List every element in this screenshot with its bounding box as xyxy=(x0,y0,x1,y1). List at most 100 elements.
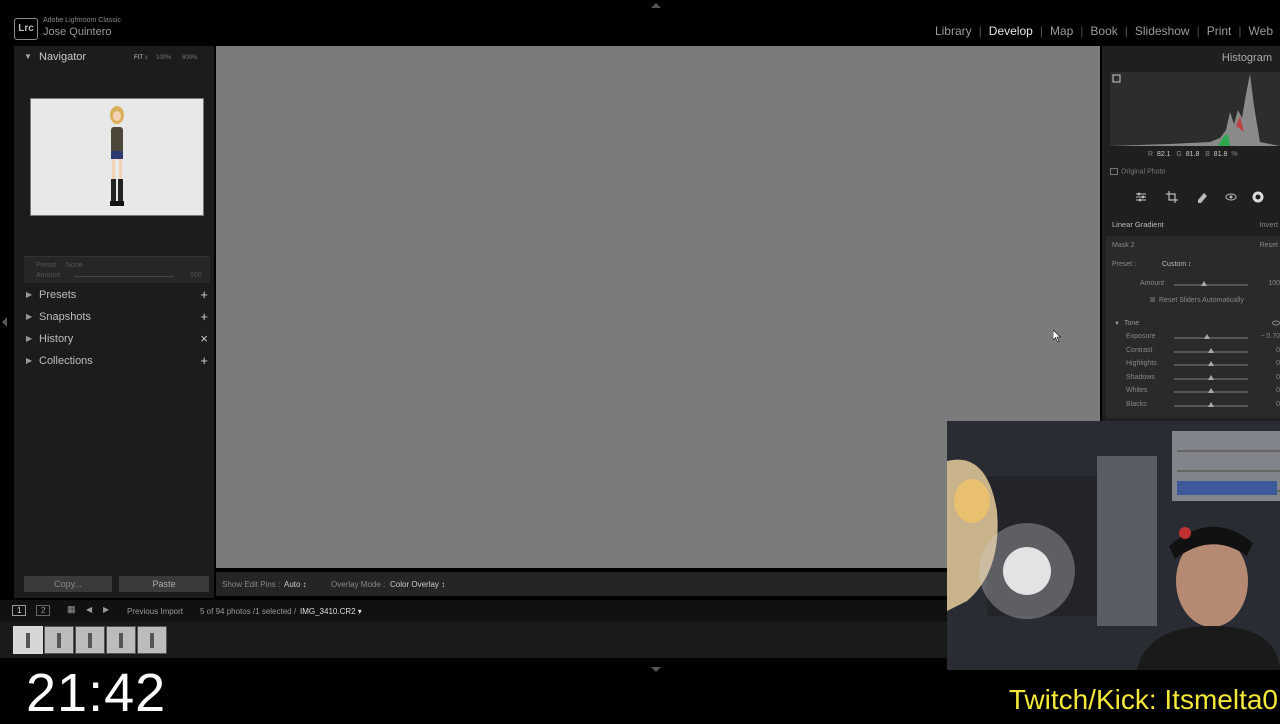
slider-value-whites: 0 xyxy=(1276,387,1280,395)
amount-value: 100 xyxy=(190,272,202,279)
section-snapshots[interactable]: ▶ Snapshots + xyxy=(14,307,214,327)
primary-display-button[interactable]: 1 xyxy=(12,605,27,616)
preset-label: Preset xyxy=(36,262,57,269)
secondary-display-button[interactable]: 2 xyxy=(36,605,51,616)
triangle-down-icon: ▼ xyxy=(1114,321,1120,327)
copy-button[interactable]: Copy... xyxy=(24,576,112,592)
zoom-100[interactable]: 100% xyxy=(156,55,171,61)
forward-arrow-icon[interactable]: ▶ xyxy=(103,605,109,614)
crop-icon[interactable] xyxy=(1165,190,1179,204)
slider-value-contrast: 0 xyxy=(1276,346,1280,354)
slider-label-contrast: Contrast xyxy=(1126,346,1153,354)
slider-knob[interactable] xyxy=(1208,402,1214,407)
grid-view-icon[interactable]: ▦ xyxy=(67,604,76,615)
figure-thumbnail-image xyxy=(119,633,123,648)
filmstrip-thumbnail[interactable] xyxy=(137,626,167,654)
slider-label-shadows: Shadows xyxy=(1126,373,1155,381)
filmstrip-source[interactable]: Previous Import xyxy=(127,607,183,616)
slider-knob[interactable] xyxy=(1208,374,1214,380)
right-panel: Histogram R 82.1 G 81.8 B 81.8 % Origina… xyxy=(1102,46,1280,421)
navigator-header[interactable]: ▼ Navigator FIT ↕ 100% 800% xyxy=(14,48,214,66)
stream-handle: Twitch/Kick: Itsmelta0 xyxy=(1008,684,1278,715)
mask-panel: Mask 2 Reset Preset : Custom ↕ Amount 10… xyxy=(1106,236,1280,418)
collapse-filmstrip-icon[interactable] xyxy=(651,667,661,672)
slider-label-highlights: Highlights xyxy=(1126,360,1157,368)
filmstrip xyxy=(0,622,947,658)
back-arrow-icon[interactable]: ◀ xyxy=(86,605,92,614)
user-name: Jose Quintero xyxy=(43,26,112,38)
reset-sliders-toggle[interactable]: Reset Sliders Automatically xyxy=(1150,297,1244,304)
add-snapshot-icon[interactable]: + xyxy=(200,309,208,324)
preset-value: None xyxy=(66,262,83,269)
module-develop[interactable]: Develop xyxy=(982,24,1040,38)
figure-thumbnail-image xyxy=(26,633,30,648)
slider-exposure[interactable] xyxy=(1174,337,1248,339)
add-preset-icon[interactable]: + xyxy=(200,287,208,302)
module-book[interactable]: Book xyxy=(1083,24,1124,38)
checkbox-icon[interactable] xyxy=(1150,297,1155,302)
add-collection-icon[interactable]: + xyxy=(200,353,208,368)
navigator-title: Navigator xyxy=(39,51,87,63)
triangle-down-icon: ▼ xyxy=(24,52,32,61)
r-label: R xyxy=(1148,151,1154,158)
slider-knob[interactable] xyxy=(1201,281,1207,286)
tone-section-header[interactable]: ▼ Tone xyxy=(1114,320,1139,327)
zoom-fit[interactable]: FIT ↕ xyxy=(134,55,148,61)
slider-knob[interactable] xyxy=(1208,361,1214,367)
slider-knob[interactable] xyxy=(1208,347,1214,353)
collapse-left-panel-icon[interactable] xyxy=(2,317,7,327)
file-name[interactable]: IMG_3410.CR2 ▾ xyxy=(300,607,362,616)
module-map[interactable]: Map xyxy=(1043,24,1080,38)
lightroom-logo: Lrc xyxy=(14,18,38,40)
filmstrip-thumbnail[interactable] xyxy=(75,626,105,654)
app-name: Adobe Lightroom Classic xyxy=(43,17,121,24)
slider-value-shadows: 0 xyxy=(1276,373,1280,381)
section-collections[interactable]: ▶ Collections + xyxy=(14,351,214,371)
invert-toggle[interactable]: Invert xyxy=(1259,220,1278,229)
original-photo-label: Original Photo xyxy=(1121,168,1166,176)
mask-amount-slider[interactable] xyxy=(1174,284,1248,286)
checkbox-icon[interactable] xyxy=(1110,168,1118,175)
develop-tool-strip xyxy=(1110,188,1280,210)
filmstrip-thumbnail[interactable] xyxy=(106,626,136,654)
b-value: 81.8 xyxy=(1213,151,1228,158)
section-presets[interactable]: ▶ Presets + xyxy=(14,285,214,305)
section-history[interactable]: ▶ History × xyxy=(14,329,214,349)
module-print[interactable]: Print xyxy=(1200,24,1239,38)
mask-preset-select[interactable]: Custom ↕ xyxy=(1162,261,1192,268)
original-photo-toggle[interactable]: Original Photo xyxy=(1110,168,1165,175)
left-panel: ▼ Navigator FIT ↕ 100% 800% Preset None … xyxy=(14,46,214,598)
filmstrip-thumbnail[interactable] xyxy=(44,626,74,654)
slider-label-exposure: Exposure xyxy=(1126,333,1156,340)
slider-value-exposure: − 0.70 xyxy=(1260,333,1280,340)
triangle-right-icon: ▶ xyxy=(26,290,33,299)
triangle-right-icon: ▶ xyxy=(26,356,33,365)
zoom-800[interactable]: 800% xyxy=(182,55,197,61)
slider-knob[interactable] xyxy=(1208,388,1214,394)
histogram[interactable] xyxy=(1110,72,1280,146)
amount-slider xyxy=(74,276,174,277)
navigator-preview[interactable] xyxy=(30,98,204,216)
slider-label-blacks: Blacks xyxy=(1126,401,1147,408)
slider-knob[interactable] xyxy=(1204,334,1211,339)
reset-button[interactable]: Reset xyxy=(1260,242,1278,249)
visibility-eye-icon[interactable] xyxy=(1272,320,1280,326)
red-eye-icon[interactable] xyxy=(1224,190,1238,204)
edit-sliders-icon[interactable] xyxy=(1134,190,1148,204)
module-web[interactable]: Web xyxy=(1242,24,1280,38)
g-value: 81.8 xyxy=(1185,151,1200,158)
filmstrip-bar: 1 2 ▦ ◀ ▶ Previous Import 5 of 94 photos… xyxy=(0,600,947,622)
module-slideshow[interactable]: Slideshow xyxy=(1128,24,1197,38)
show-edit-pins-select[interactable]: Auto ↕ xyxy=(284,580,307,589)
section-label: Presets xyxy=(39,289,77,301)
filmstrip-thumbnail[interactable] xyxy=(13,626,43,654)
module-library[interactable]: Library xyxy=(928,24,979,38)
paste-button[interactable]: Paste xyxy=(119,576,209,592)
clear-history-icon[interactable]: × xyxy=(200,331,208,346)
rgb-readout: R 82.1 G 81.8 B 81.8 % xyxy=(1148,151,1238,158)
navigator-preset-block: Preset None Amount 100 xyxy=(24,256,210,283)
overlay-mode-select[interactable]: Color Overlay ↕ xyxy=(390,580,445,589)
healing-eraser-icon[interactable] xyxy=(1195,190,1209,204)
collapse-top-panel-icon[interactable] xyxy=(651,3,661,8)
masking-icon[interactable] xyxy=(1251,190,1265,204)
